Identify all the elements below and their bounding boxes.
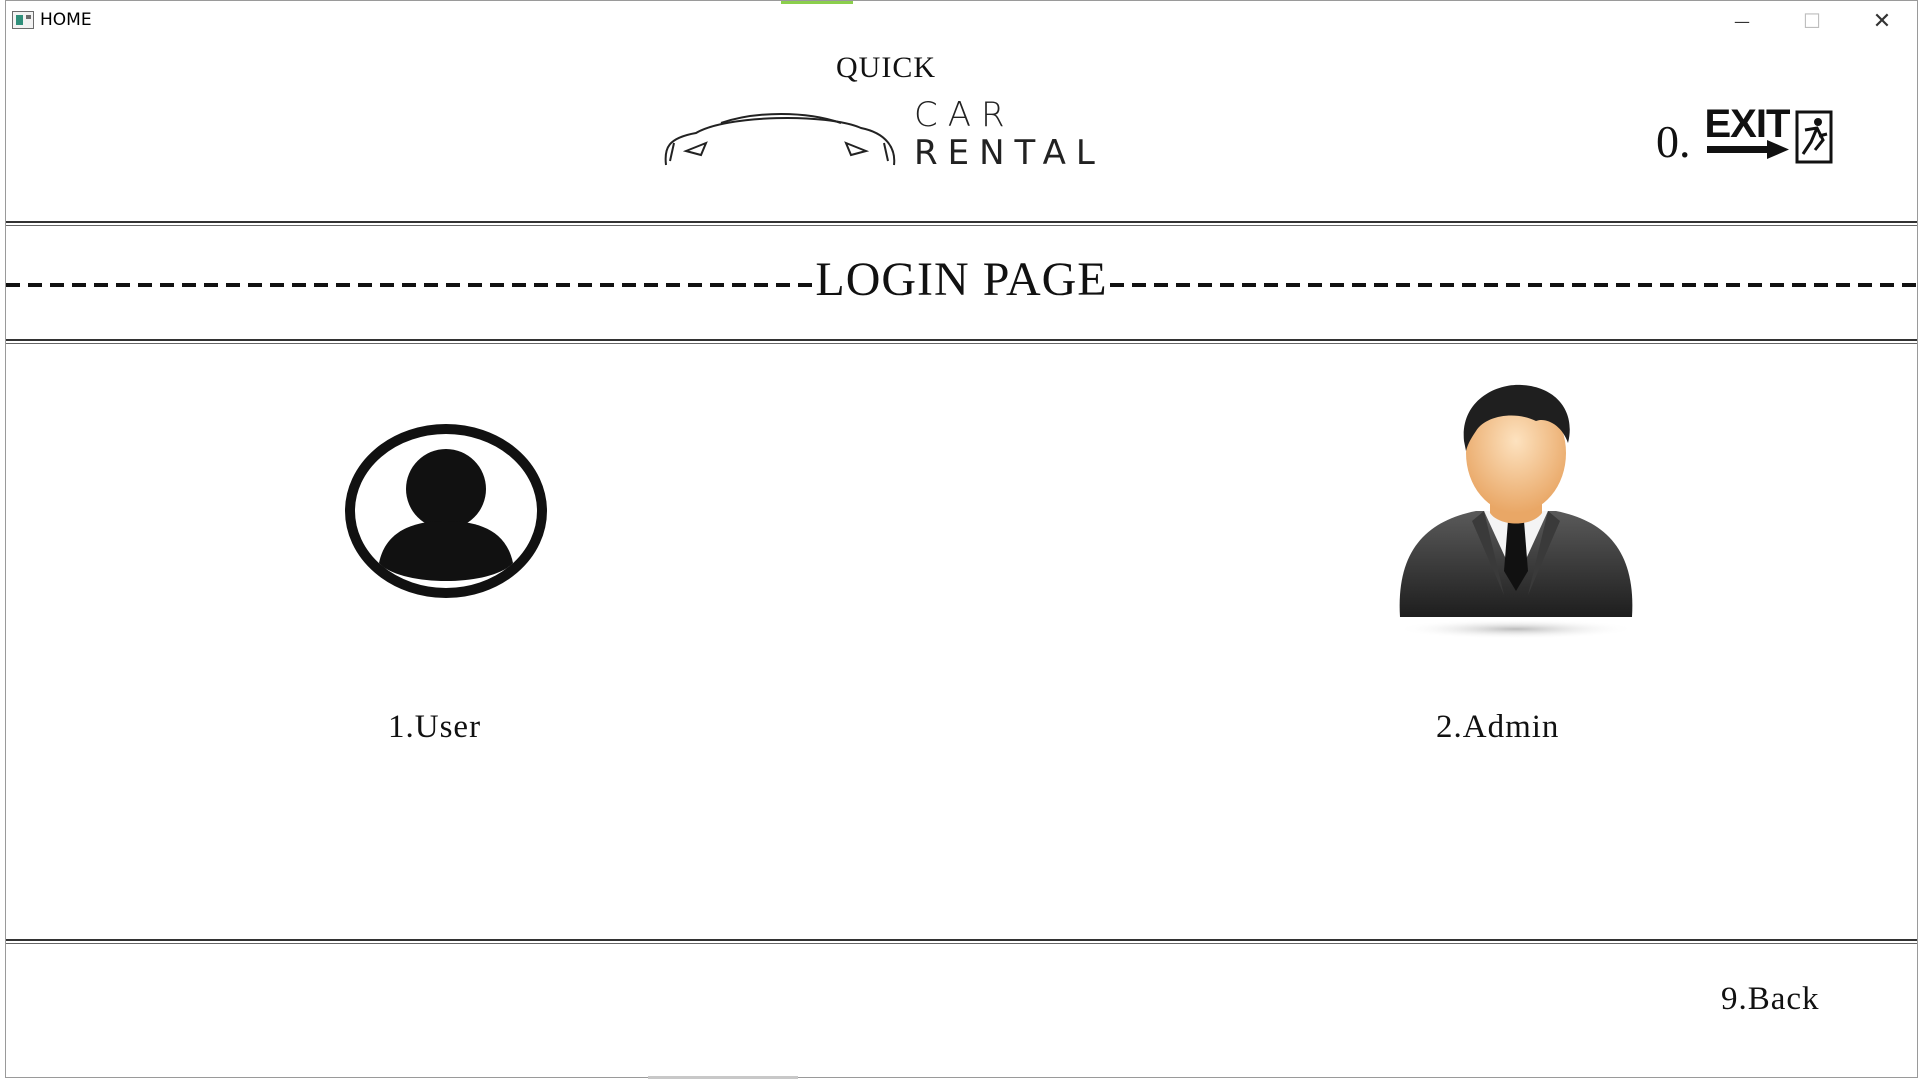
- horizontal-scroll-indicator: [648, 1076, 798, 1079]
- logo-car-text: CAR: [914, 95, 1015, 135]
- taskbar-accent: [781, 1, 853, 4]
- maximize-icon: ☐: [1803, 9, 1821, 33]
- banner-dashes-left: [6, 283, 814, 287]
- login-banner: LOGIN PAGE: [6, 249, 1917, 309]
- logo-rental-text: RENTAL: [914, 133, 1105, 173]
- app-window: HOME — ☐ ✕ QUICK CAR RENTAL 0. EXIT LOGI…: [5, 0, 1918, 1079]
- close-button[interactable]: ✕: [1847, 1, 1917, 41]
- footer-divider: [6, 939, 1917, 944]
- exit-number: 0.: [1656, 116, 1691, 167]
- quick-car-rental-logo: QUICK CAR RENTAL: [656, 51, 1176, 173]
- admin-login-option[interactable]: [1366, 381, 1666, 641]
- user-circle-icon: [345, 424, 547, 598]
- businessman-avatar-icon: [1396, 384, 1636, 639]
- minimize-icon: —: [1734, 11, 1750, 31]
- minimize-button[interactable]: —: [1707, 1, 1777, 41]
- admin-option-label[interactable]: 2.Admin: [1436, 709, 1559, 746]
- exit-sign-icon: EXIT: [1705, 102, 1835, 164]
- car-outline-icon: [664, 113, 896, 166]
- close-icon: ✕: [1872, 8, 1892, 34]
- title-bar: HOME — ☐ ✕: [6, 1, 1917, 41]
- window-title: HOME: [40, 10, 92, 30]
- banner-divider: [6, 339, 1917, 344]
- back-button[interactable]: 9.Back: [1721, 981, 1820, 1018]
- user-option-label[interactable]: 1.User: [388, 709, 481, 746]
- banner-dashes-right: [1109, 283, 1917, 287]
- page-title: LOGIN PAGE: [815, 252, 1108, 306]
- logo-quick-text: QUICK: [836, 51, 936, 84]
- exit-button[interactable]: 0. EXIT: [1656, 101, 1835, 168]
- header-divider: [6, 221, 1917, 226]
- maximize-button[interactable]: ☐: [1777, 1, 1847, 41]
- app-icon: [12, 11, 34, 29]
- user-login-option[interactable]: [296, 421, 596, 601]
